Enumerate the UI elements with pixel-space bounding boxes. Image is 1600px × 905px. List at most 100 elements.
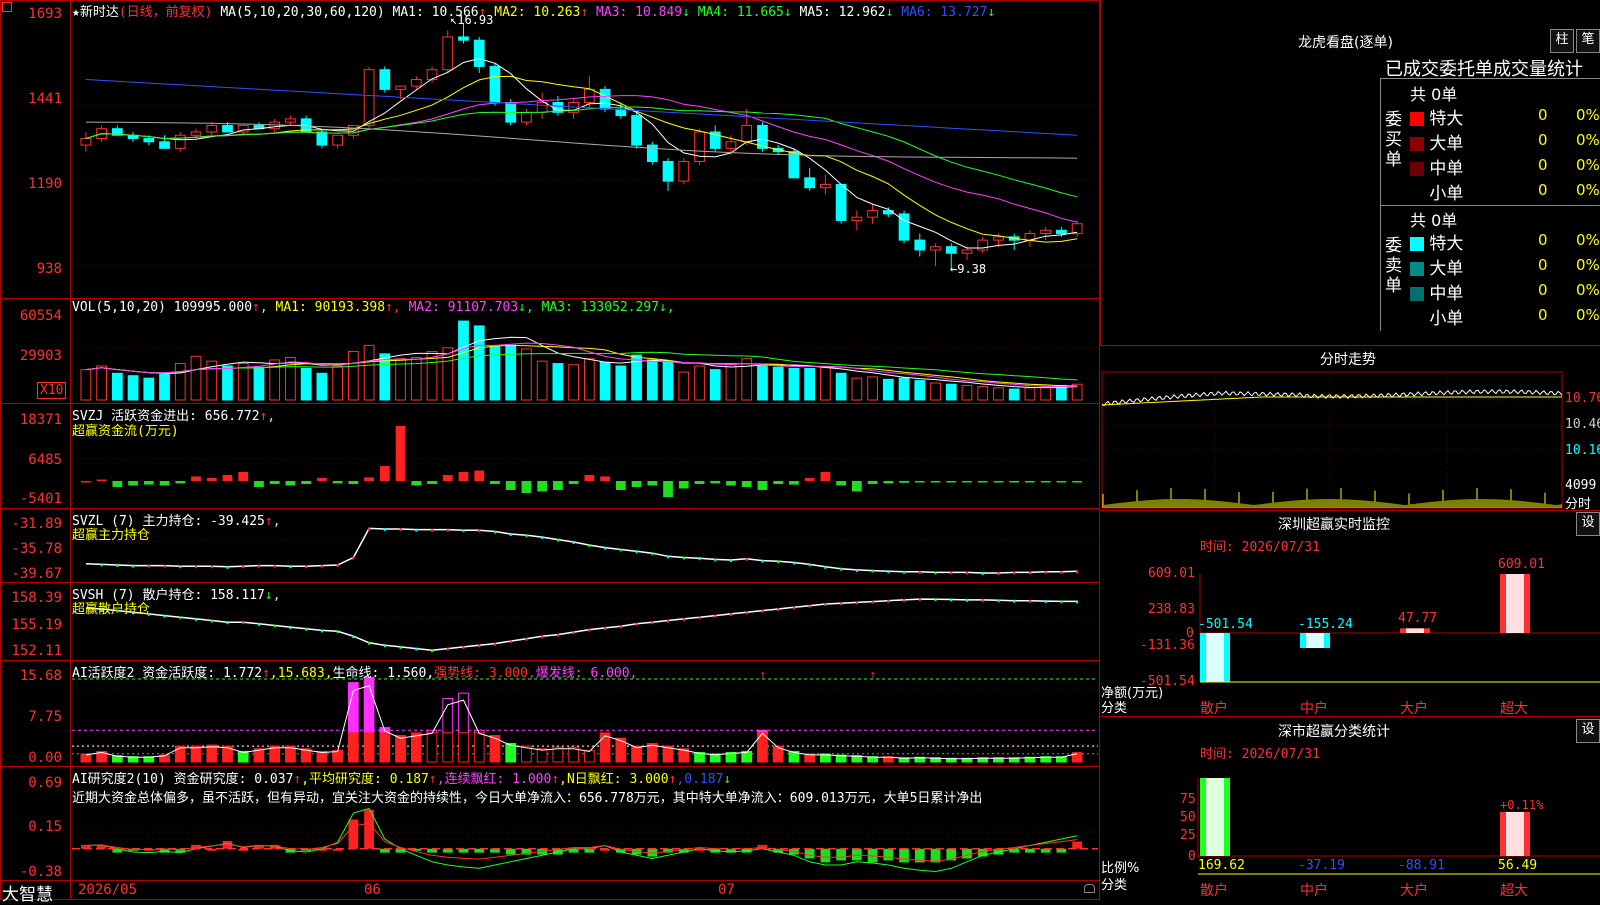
volume-bar (521, 348, 532, 401)
y-tick: 0.00 (28, 750, 62, 766)
candle-body (458, 36, 469, 41)
ai-research-legend-part: ↑ (428, 772, 437, 787)
candle-body (1040, 229, 1052, 235)
svsh-tick (965, 598, 968, 602)
y-tick: 0.15 (28, 819, 62, 835)
volume-bar (80, 369, 92, 401)
volume-bar (977, 386, 989, 401)
svzj-bar (505, 481, 516, 490)
sz-category-label: 超大 (1500, 701, 1528, 717)
bar-mode-button[interactable]: 柱 (1550, 29, 1574, 53)
volume-bar (347, 350, 359, 401)
svzj-bar (254, 481, 264, 487)
volume-bar (127, 375, 139, 401)
volume-bar (757, 365, 768, 401)
sz-category-label: 中户 (1300, 701, 1328, 717)
candle-body (347, 124, 359, 136)
volume-bar (725, 364, 737, 401)
sz-class-settings-button[interactable]: 设 (1576, 719, 1600, 743)
szc-y-tick: 50 (1180, 810, 1196, 825)
sz-monitor-time: 时间: 2026/07/31 (1200, 540, 1320, 555)
szc-category-label: 中户 (1300, 883, 1328, 899)
candle-body (961, 249, 973, 254)
candle-body (678, 160, 690, 182)
svsh-tick (257, 622, 260, 626)
svsh-tick (1028, 599, 1031, 603)
svzl-tick (1076, 570, 1079, 574)
svsh-tick (619, 625, 622, 629)
x-axis-label: 07 (718, 882, 735, 898)
svsh-tick (462, 645, 465, 649)
svzl-tick (132, 564, 135, 568)
candle-body (379, 69, 391, 90)
svzj-bar (1056, 481, 1067, 483)
candle-body (174, 134, 186, 149)
svsh-tick (729, 612, 732, 616)
volume-bar (552, 363, 564, 401)
candle-body (442, 36, 454, 71)
sz-bar-highlight (1206, 633, 1224, 682)
svzj-bar (238, 472, 249, 481)
sz-class-time: 时间: 2026/07/31 (1200, 747, 1320, 762)
svzl-tick (352, 556, 355, 560)
svzl-tick (934, 571, 937, 575)
ai-activity-bar (536, 748, 548, 763)
candle-body (1071, 223, 1083, 235)
ai-research-bar (348, 819, 359, 849)
pen-mode-button[interactable]: 笔 (1576, 29, 1600, 53)
buy-row: 大单 0 0% (1410, 129, 1600, 154)
ai-activity-legend-part: AI活跃度2 资金活跃度: 1.772 (72, 666, 263, 681)
svsh-tick (415, 647, 418, 651)
vol-ma-legend-item: MA2: 91107.703 (408, 300, 519, 315)
ai-activity-bar (206, 744, 218, 763)
svzj-bar (348, 481, 359, 484)
low-annotation: ←9.38 (950, 262, 987, 276)
buy-label: 小单 (1424, 184, 1464, 204)
candle-body (80, 138, 92, 146)
ma-legend-arrow: ↑ (580, 5, 597, 20)
svzl-tick (840, 567, 843, 571)
buy-count: 0 (1538, 106, 1548, 124)
candle-body (788, 151, 800, 179)
sz-monitor-settings-button[interactable]: 设 (1576, 512, 1600, 536)
svzj-bar (631, 481, 642, 487)
sell-row: 特大 0 0% (1410, 229, 1600, 254)
volume-bar (804, 367, 816, 401)
volume-bar (835, 372, 847, 401)
svzl-tick (462, 529, 465, 533)
svzj-bar (883, 481, 894, 484)
ai-activity-bar (347, 732, 359, 763)
volume-bar (1024, 387, 1036, 401)
volume-ma-line (85, 342, 1078, 388)
svzj-bar (663, 481, 673, 498)
volume-bar (709, 369, 721, 401)
svsh-tick (431, 649, 434, 653)
sz-value-label: 47.77 (1398, 611, 1438, 627)
svzj-bar (977, 481, 988, 483)
svzj-bar (159, 481, 170, 486)
svzj-bar (1009, 481, 1020, 483)
svsh-tick (273, 624, 276, 628)
buy-color-swatch (1410, 187, 1424, 201)
lock-icon[interactable] (1084, 884, 1095, 893)
ai-research-bar (820, 848, 831, 863)
ai-activity-bar (442, 732, 454, 763)
svzj-bar (1040, 481, 1051, 483)
volume-bar (222, 365, 233, 401)
svzj-bar (820, 472, 831, 481)
buy-pct: 0% (1576, 131, 1600, 149)
svzl-tick (950, 571, 953, 575)
candle-body (851, 216, 863, 221)
svzl-tick (997, 572, 1000, 576)
svsh-tick (651, 621, 654, 625)
volume-bar (536, 360, 548, 401)
szc-xlabel: 分类 (1101, 878, 1128, 893)
svzl-tick (525, 534, 528, 538)
svzl-tick (305, 565, 308, 569)
svsh-tick (981, 598, 984, 602)
svzl-tick (368, 527, 371, 531)
volume-bar (882, 378, 894, 401)
candle-body (206, 124, 218, 133)
svzj-bar (474, 470, 485, 481)
intraday-y-tick: 10.16 (1565, 443, 1600, 458)
